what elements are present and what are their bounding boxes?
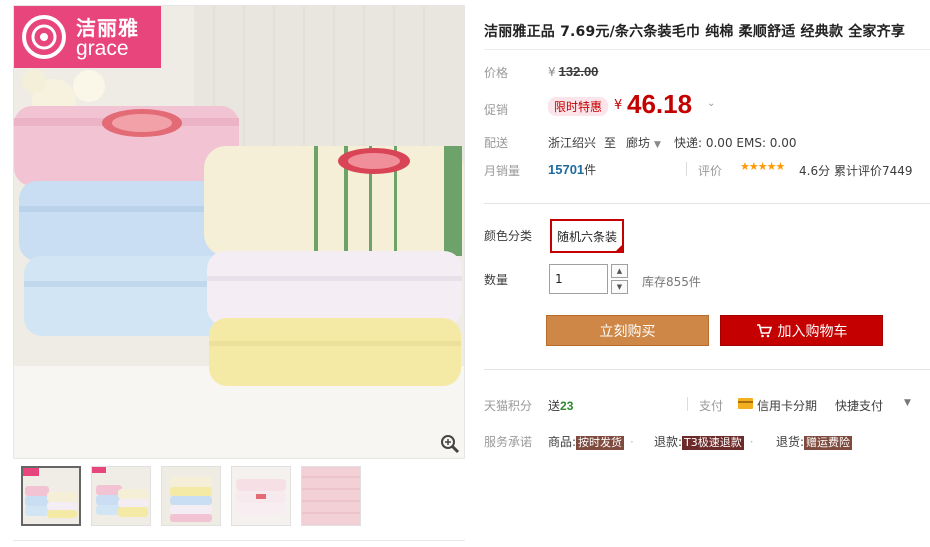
color-option-label: 随机六条装 — [556, 229, 617, 244]
thumbnail-2[interactable] — [91, 466, 151, 526]
product-detail-panel: 洁丽雅正品 7.69元/条六条装毛巾 纯棉 柔顺舒适 经典款 全家齐享 价格 ¥… — [484, 0, 930, 547]
quantity-input[interactable] — [549, 264, 608, 294]
gallery-divider — [13, 540, 465, 541]
brand-name-en: grace — [76, 37, 129, 60]
monthly-sales-unit: 件 — [584, 163, 597, 177]
ship-from: 浙江绍兴 — [548, 136, 597, 150]
brand-logo: 洁丽雅 grace — [14, 6, 161, 68]
bullet-separator: · — [630, 435, 634, 449]
color-label: 颜色分类 — [484, 229, 533, 243]
service-item-refund[interactable]: 退款: T3极速退款 · — [654, 433, 754, 450]
original-price-currency: ¥ — [548, 65, 556, 79]
service-label: 服务承诺 — [484, 435, 533, 449]
towel-stack-illustration — [14, 6, 464, 458]
caret-down-icon[interactable]: ▼ — [904, 398, 911, 408]
service-tag: T3极速退款 — [682, 436, 744, 450]
service-prefix: 退货: — [776, 435, 805, 449]
product-title: 洁丽雅正品 7.69元/条六条装毛巾 纯棉 柔顺舒适 经典款 全家齐享 — [484, 24, 906, 40]
promo-currency: ¥ — [614, 98, 623, 113]
promo-label: 促销 — [484, 103, 509, 117]
bullet-separator: · — [749, 435, 754, 449]
divider — [686, 162, 687, 176]
promo-badge: 限时特惠 — [548, 97, 609, 116]
installment-link[interactable]: 信用卡分期 — [757, 397, 817, 414]
thumbnail-strip — [13, 466, 361, 536]
monthly-sales-label: 月销量 — [484, 164, 521, 178]
title-divider — [484, 49, 930, 50]
rating-stars: ★★★★★ — [740, 160, 785, 173]
promo-price: 46.18 — [627, 89, 693, 119]
service-prefix: 商品: — [548, 435, 577, 449]
ship-destination: 廊坊 — [626, 136, 651, 150]
monthly-sales-count: 15701 — [548, 162, 585, 177]
points-label: 天猫积分 — [484, 399, 533, 413]
points-number: 23 — [560, 399, 574, 413]
rating-score: 4.6分 — [799, 164, 831, 178]
credit-card-icon — [738, 398, 753, 409]
ship-destination-select[interactable]: 廊坊 ▼ — [626, 134, 661, 151]
quantity-increase-button[interactable]: ▲ — [611, 264, 628, 278]
divider — [687, 397, 688, 411]
payment-label: 支付 — [699, 399, 724, 413]
service-prefix: 退款: — [654, 435, 683, 449]
magnifier-icon[interactable] — [440, 434, 460, 454]
ship-fee: 快递: 0.00 EMS: 0.00 — [674, 136, 797, 150]
buy-now-button[interactable]: 立刻购买 — [546, 315, 709, 346]
stock-count: 库存855件 — [642, 275, 701, 289]
section-divider — [484, 369, 930, 370]
service-tag: 赠运费险 — [804, 436, 853, 450]
points-prefix: 送 — [548, 399, 561, 413]
original-price-value: 132.00 — [558, 64, 599, 79]
ship-to-word: 至 — [604, 136, 617, 150]
cart-icon — [756, 323, 772, 337]
thumbnail-4[interactable] — [231, 466, 291, 526]
caret-down-icon: ▼ — [654, 140, 661, 150]
rating-total-link[interactable]: 累计评价7449 — [834, 162, 913, 179]
original-price: ¥132.00 — [548, 64, 598, 79]
rating-label: 评价 — [698, 164, 723, 178]
monthly-sales: 15701件 — [548, 161, 596, 178]
quickpay-link[interactable]: 快捷支付 — [835, 397, 883, 414]
selected-tick-icon — [614, 243, 624, 253]
color-option-random-six[interactable]: 随机六条装 — [550, 219, 624, 253]
section-divider — [484, 203, 930, 204]
add-to-cart-button[interactable]: 加入购物车 — [720, 315, 883, 346]
buy-now-label: 立刻购买 — [599, 323, 656, 340]
thumbnail-1[interactable] — [21, 466, 81, 526]
service-tag: 按时发货 — [576, 436, 625, 450]
shipping-label: 配送 — [484, 136, 509, 150]
service-item-return[interactable]: 退货: 赠运费险 — [776, 433, 853, 450]
thumbnail-5[interactable] — [301, 466, 361, 526]
add-to-cart-label: 加入购物车 — [777, 323, 848, 340]
points-value: 送23 — [548, 397, 573, 414]
brand-flower-icon — [22, 15, 66, 59]
quantity-decrease-button[interactable]: ▼ — [611, 280, 628, 294]
chevron-down-icon[interactable]: ⌄ — [707, 98, 715, 109]
price-label: 价格 — [484, 66, 509, 80]
main-product-image[interactable]: 洁丽雅 grace — [13, 5, 465, 459]
service-item-delivery[interactable]: 商品: 按时发货 · — [548, 433, 634, 450]
thumbnail-3[interactable] — [161, 466, 221, 526]
quantity-label: 数量 — [484, 273, 509, 287]
